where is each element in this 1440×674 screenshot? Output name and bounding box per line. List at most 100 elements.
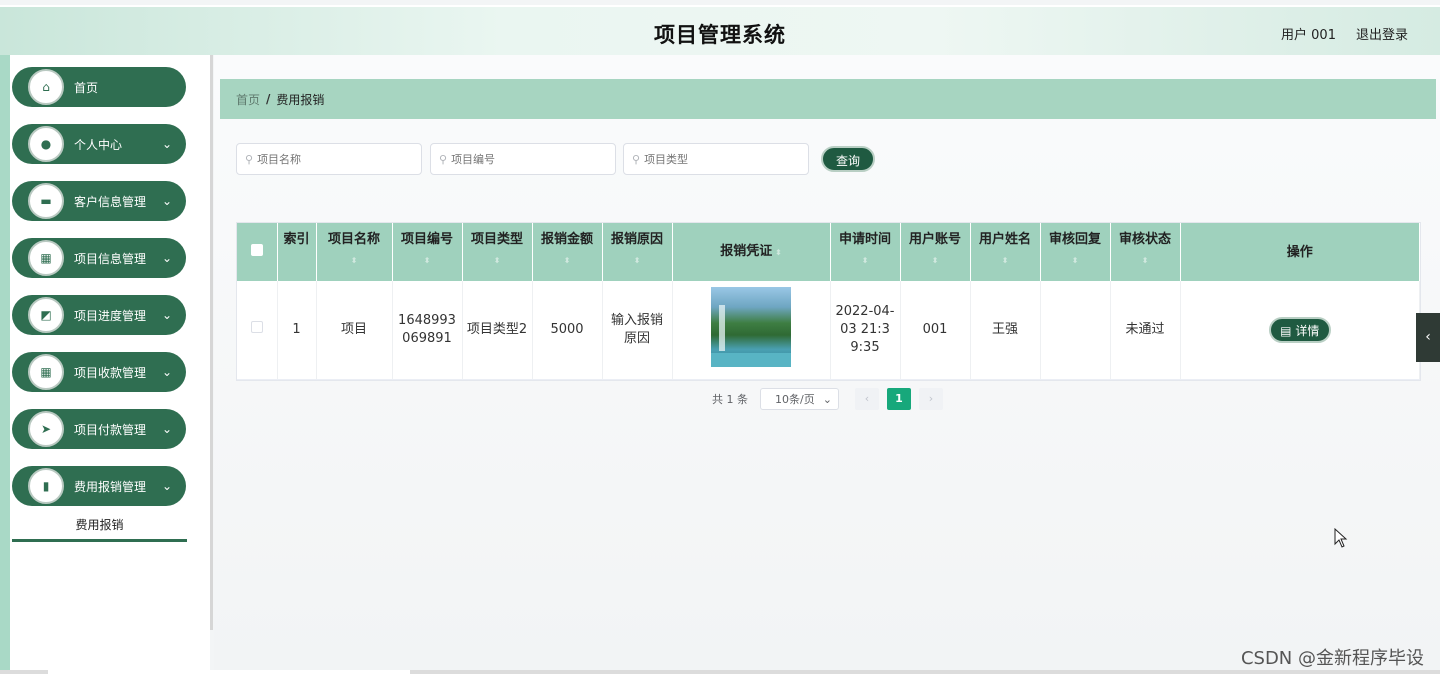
row-checkbox[interactable] xyxy=(250,320,263,333)
select-all-cell[interactable] xyxy=(237,223,278,281)
monitor-icon: ▬ xyxy=(28,183,64,219)
detail-button-label: 详情 xyxy=(1295,323,1320,338)
column-header[interactable]: 申请时间 ⬍ xyxy=(830,223,901,281)
prev-page-button[interactable]: ‹ xyxy=(855,388,879,410)
column-header[interactable]: 用户姓名 ⬍ xyxy=(970,223,1041,281)
search-icon: ⚲ xyxy=(632,152,641,166)
sidebar-item-personal-center[interactable]: ● 个人中心 ⌄ xyxy=(12,124,186,164)
cell-project-name: 项目 xyxy=(316,281,393,380)
column-header: 索引 xyxy=(277,223,317,281)
cell-project-type: 项目类型2 xyxy=(462,281,533,380)
breadcrumb-current: 费用报销 xyxy=(276,92,325,107)
sidebar-item-project-info[interactable]: ▦ 项目信息管理 ⌄ xyxy=(12,238,186,278)
sidebar-item-label: 项目信息管理 xyxy=(74,251,147,266)
select-all-checkbox[interactable] xyxy=(250,243,263,256)
voucher-image[interactable] xyxy=(711,286,791,367)
side-panel-toggle[interactable]: ‹ xyxy=(1416,313,1440,362)
sort-icon: ⬍ xyxy=(423,256,431,265)
chevron-down-icon: ⌄ xyxy=(161,194,172,208)
chevron-down-icon: ⌄ xyxy=(161,479,172,493)
column-header[interactable]: 用户账号 ⬍ xyxy=(900,223,971,281)
cell-review-status: 未通过 xyxy=(1110,281,1181,380)
chevron-down-icon: ⌄ xyxy=(161,137,172,151)
cell-review-reply xyxy=(1040,281,1111,380)
cell-reason: 输入报销原因 xyxy=(602,281,673,380)
main-content: 首页 / 费用报销 ⚲ ⚲ ⚲ 查询 索引 项目名称⬍ xyxy=(214,55,1440,670)
sort-icon: ⬍ xyxy=(1141,256,1149,265)
top-right-actions: 用户 001 退出登录 xyxy=(1281,24,1408,43)
pagination: 共 1 条 10条/页 ⌄ ‹ 1 › xyxy=(712,388,951,410)
table-header-row: 索引 项目名称 ⬍ 项目编号 ⬍ 项目类型 ⬍ 报销金额 ⬍ 报销原因 ⬍ 报销凭证 ⬍ … xyxy=(237,223,1420,281)
column-header[interactable]: 项目编号 ⬍ xyxy=(392,223,463,281)
sidebar-item-label: 首页 xyxy=(74,80,99,95)
column-header: 操作 xyxy=(1180,223,1420,281)
project-code-search[interactable]: ⚲ xyxy=(430,143,616,175)
sidebar-item-label: 客户信息管理 xyxy=(74,194,147,209)
cell-voucher xyxy=(672,281,831,380)
cell-actions: ▤ 详情 xyxy=(1180,281,1420,380)
column-header[interactable]: 报销凭证 ⬍ xyxy=(672,223,831,281)
sidebar-item-project-payments[interactable]: ➤ 项目付款管理 ⌄ xyxy=(12,409,186,449)
cell-project-code: 1648993069891 xyxy=(392,281,463,380)
chevron-down-icon: ⌄ xyxy=(161,422,172,436)
project-type-input[interactable] xyxy=(644,152,795,166)
chevron-down-icon: ⌄ xyxy=(161,251,172,265)
breadcrumb-separator: / xyxy=(266,92,271,106)
sidebar-item-label: 费用报销管理 xyxy=(74,479,147,494)
sort-icon: ⬍ xyxy=(563,256,571,265)
current-user[interactable]: 用户 001 xyxy=(1281,24,1336,43)
sidebar: ⌂ 首页 ● 个人中心 ⌄ ▬ 客户信息管理 ⌄ ▦ 项目信息管理 ⌄ ◩ 项目… xyxy=(10,55,210,670)
next-page-button[interactable]: › xyxy=(919,388,943,410)
sidebar-item-project-receipts[interactable]: ▦ 项目收款管理 ⌄ xyxy=(12,352,186,392)
sort-icon: ⬍ xyxy=(493,256,501,265)
app-title: 项目管理系统 xyxy=(654,23,786,47)
sidebar-item-home[interactable]: ⌂ 首页 xyxy=(12,67,186,107)
sort-icon: ⬍ xyxy=(350,256,358,265)
grid-icon: ▦ xyxy=(28,354,64,390)
document-icon: ▤ xyxy=(1280,323,1296,338)
submenu-item-expense[interactable]: 费用报销 xyxy=(12,510,187,542)
cell-user-account: 001 xyxy=(900,281,971,380)
page-size-select[interactable]: 10条/页 ⌄ xyxy=(760,388,839,410)
chart-icon: ◩ xyxy=(28,297,64,333)
cell-apply-time: 2022-04-03 21:39:35 xyxy=(830,281,901,380)
home-icon: ⌂ xyxy=(28,69,64,105)
column-header[interactable]: 审核状态 ⬍ xyxy=(1110,223,1181,281)
grid-icon: ▦ xyxy=(28,240,64,276)
sort-icon: ⬍ xyxy=(931,256,939,265)
breadcrumb: 首页 / 费用报销 xyxy=(220,79,1436,119)
project-type-search[interactable]: ⚲ xyxy=(623,143,809,175)
page-size-value: 10条/页 xyxy=(775,393,815,406)
sidebar-item-project-progress[interactable]: ◩ 项目进度管理 ⌄ xyxy=(12,295,186,335)
chevron-down-icon: ⌄ xyxy=(161,365,172,379)
breadcrumb-home[interactable]: 首页 xyxy=(236,91,260,108)
send-icon: ➤ xyxy=(28,411,64,447)
watermark: CSDN @金新程序毕设 xyxy=(1240,648,1424,669)
sidebar-item-expense-reimbursement[interactable]: ▮ 费用报销管理 ⌄ xyxy=(12,466,186,506)
cell-user-name: 王强 xyxy=(970,281,1041,380)
query-button[interactable]: 查询 xyxy=(821,146,875,172)
bottom-scrollbar-thumb[interactable] xyxy=(48,670,410,674)
page-number-current[interactable]: 1 xyxy=(887,388,911,410)
column-header[interactable]: 项目名称 ⬍ xyxy=(316,223,393,281)
sidebar-item-customer-info[interactable]: ▬ 客户信息管理 ⌄ xyxy=(12,181,186,221)
column-header[interactable]: 审核回复 ⬍ xyxy=(1040,223,1111,281)
row-select-cell[interactable] xyxy=(237,281,278,380)
sidebar-item-label: 项目进度管理 xyxy=(74,308,147,323)
detail-button[interactable]: ▤ 详情 xyxy=(1268,316,1331,343)
sidebar-divider xyxy=(210,55,213,630)
user-icon: ● xyxy=(28,126,64,162)
column-header[interactable]: 报销金额 ⬍ xyxy=(532,223,603,281)
search-icon: ⚲ xyxy=(245,152,254,166)
sidebar-item-label: 项目付款管理 xyxy=(74,422,147,437)
sort-icon: ⬍ xyxy=(861,256,869,265)
project-name-search[interactable]: ⚲ xyxy=(236,143,422,175)
logout-button[interactable]: 退出登录 xyxy=(1356,24,1408,43)
column-header[interactable]: 报销原因 ⬍ xyxy=(602,223,673,281)
sidebar-item-label: 个人中心 xyxy=(74,137,123,152)
pagination-total: 共 1 条 xyxy=(712,393,748,406)
cell-index: 1 xyxy=(277,281,317,380)
project-code-input[interactable] xyxy=(451,152,602,166)
column-header[interactable]: 项目类型 ⬍ xyxy=(462,223,533,281)
project-name-input[interactable] xyxy=(257,152,408,166)
